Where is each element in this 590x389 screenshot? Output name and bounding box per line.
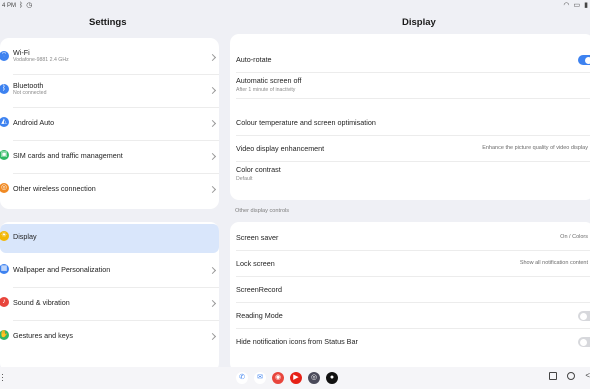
setting-lock-screen[interactable]: Lock screen Show all notification content [230,251,590,277]
app-drawer-icon[interactable]: · · · [1,370,5,385]
bluetooth-icon: ᛒ [0,84,9,94]
youtube-app-icon[interactable]: ▶ [290,372,302,384]
wifi-icon: ⌔ [0,51,9,61]
camera-app-icon[interactable]: ◎ [308,372,320,384]
setting-screenrecord[interactable]: ScreenRecord [230,277,590,303]
toggle-knob [580,338,587,346]
wifi-status-icon: ◠ [563,2,570,9]
battery-status-icon: ▮ [584,2,588,9]
gestures-icon: ✋ [0,330,9,340]
setting-value: Enhance the picture quality of video dis… [482,145,588,151]
setting-value: On / Colors [560,234,588,240]
chevron-right-icon [208,332,217,341]
setting-sublabel: Default [236,176,253,182]
setting-label: Colour temperature and screen optimisati… [236,118,376,127]
toggle-switch[interactable] [578,311,590,321]
sidebar-item-label: Android Auto [13,118,55,127]
sidebar-item-other-wireless-connection[interactable]: ◎ Other wireless connection [0,174,219,207]
clock-status-icon: ◷ [26,2,33,9]
sidebar-item-label: Bluetooth [13,81,44,90]
setting-reading-mode[interactable]: Reading Mode [230,303,590,329]
settings-title: Settings [89,17,127,28]
chevron-right-icon [208,86,217,95]
back-button-icon[interactable]: < [585,371,590,380]
setting-label: Automatic screen off [236,76,302,85]
setting-sublabel: After 1 minute of inactivity [236,87,296,93]
setting-label: Auto-rotate [236,55,272,64]
sidebar-item-sound-vibration[interactable]: ♪ Sound & vibration [0,288,219,321]
setting-value: Show all notification content [519,260,588,266]
setting-screen-saver[interactable]: Screen saver On / Colors [230,225,590,251]
sidebar-item-label: Sound & vibration [13,298,70,307]
setting-label: Screen saver [236,233,279,242]
setting-auto-rotate[interactable]: Auto-rotate [230,47,590,73]
sidebar-item-label: Display [13,232,37,241]
sidebar-item-bluetooth[interactable]: ᛒ Bluetooth Not connected [0,75,219,108]
setting-label: Lock screen [236,259,275,268]
setting-automatic-screen-off[interactable]: Automatic screen off After 1 minute of in… [230,73,590,99]
sidebar-item-android-auto[interactable]: ◭ Android Auto [0,108,219,141]
bluetooth-status-icon: ᛒ [19,2,24,9]
music-app-icon[interactable]: ● [326,372,338,384]
home-button-icon[interactable] [567,371,576,380]
screen-status-icon: ▭ [573,2,581,9]
other-display-card: Screen saver On / Colors Lock screen Show a… [230,222,590,372]
sidebar-item-display[interactable]: ☀ Display [0,222,219,255]
personalization-card: ☀ Display ▦ Wallpaper and Personalization ♪ S… [0,222,219,372]
section-other-display-controls: Other display controls [235,208,290,214]
sim-card-icon: ▣ [0,150,9,160]
sidebar-item-wallpaper-and-personalization[interactable]: ▦ Wallpaper and Personalization [0,255,219,288]
display-title: Display [402,17,436,28]
nav-keys: < [549,371,590,380]
sidebar-item-label: Other wireless connection [13,184,96,193]
chevron-right-icon [208,266,217,275]
setting-label: Reading Mode [236,311,283,320]
wireless-icon: ◎ [0,183,9,193]
chrome-app-icon[interactable]: ◉ [272,372,284,384]
navigation-bar: · · · ✆ ✉ ◉ ▶ ◎ ● < [0,367,590,389]
chevron-right-icon [208,152,217,161]
chevron-right-icon [208,53,217,62]
setting-label: ScreenRecord [236,285,282,294]
connections-card: ⌔ Wi-Fi Vodafone-9881 2.4 GHz ᛒ Bluetooth Not… [0,38,219,209]
display-card: Auto-rotate Automatic screen off After 1 m… [230,34,590,200]
chevron-right-icon [208,299,217,308]
dock: ✆ ✉ ◉ ▶ ◎ ● [236,372,338,384]
toggle-knob [585,56,590,64]
sidebar-item-wi-fi[interactable]: ⌔ Wi-Fi Vodafone-9881 2.4 GHz [0,42,219,75]
divider [236,98,590,99]
sidebar-item-label: SIM cards and traffic management [13,151,123,160]
setting-color-contrast[interactable]: Color contrast Default [230,162,590,188]
sound-icon: ♪ [0,297,9,307]
wallpaper-icon: ▦ [0,264,9,274]
sidebar-item-sim-cards-and-traffic-management[interactable]: ▣ SIM cards and traffic management [0,141,219,174]
setting-video-display-enhancement[interactable]: Video display enhancement Enhance the pic… [230,136,590,162]
messages-app-icon[interactable]: ✉ [254,372,266,384]
status-time: 4 PM [2,2,17,9]
setting-hide-notification-icons-from-status-bar[interactable]: Hide notification icons from Status Bar [230,329,590,355]
sidebar-item-label: Wallpaper and Personalization [13,265,111,274]
sidebar-item-label: Wi-Fi [13,48,30,57]
sidebar-item-sublabel: Vodafone-9881 2.4 GHz [13,57,69,63]
phone-app-icon[interactable]: ✆ [236,372,248,384]
recents-button-icon[interactable] [549,371,558,380]
setting-label: Video display enhancement [236,144,325,153]
toggle-switch[interactable] [578,337,590,347]
chevron-right-icon [208,119,217,128]
sidebar-item-label: Gestures and keys [13,331,73,340]
toggle-knob [580,312,587,320]
status-bar: 4 PM ᛒ ◷ ◠ ▭ ▮ [0,0,590,12]
android-auto-icon: ◭ [0,117,9,127]
setting-label: Hide notification icons from Status Bar [236,337,358,346]
setting-colour-temperature-and-screen-optimisation[interactable]: Colour temperature and screen optimisati… [230,110,590,136]
sidebar-item-sublabel: Not connected [13,90,47,96]
setting-label: Color contrast [236,165,281,174]
sidebar-item-gestures-and-keys[interactable]: ✋ Gestures and keys [0,321,219,354]
toggle-switch[interactable] [578,55,590,65]
chevron-right-icon [208,185,217,194]
